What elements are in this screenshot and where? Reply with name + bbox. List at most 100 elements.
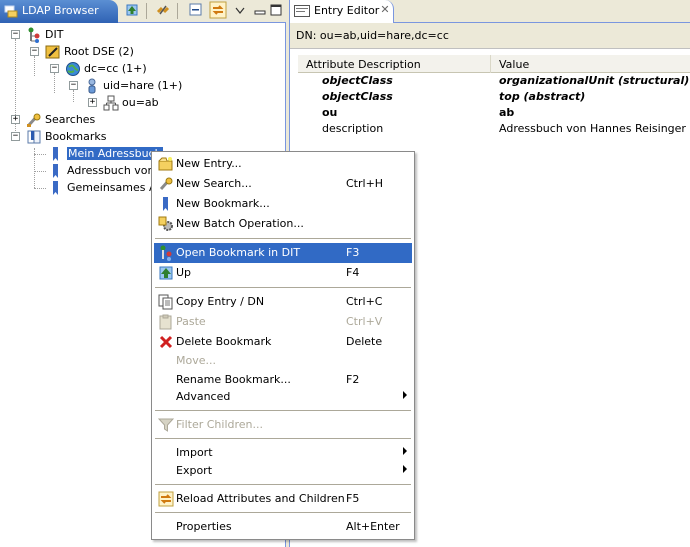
menu-separator (155, 287, 411, 288)
menu-item-import[interactable]: Import (154, 443, 412, 463)
expand-toggle[interactable]: + (88, 98, 97, 107)
menu-item-shortcut: Ctrl+V (346, 315, 383, 328)
column-header-attribute[interactable]: Attribute Description (298, 55, 491, 73)
menu-item-label: Move... (176, 354, 216, 367)
menu-item-label: Filter Children... (176, 418, 263, 431)
collapse-all-button[interactable] (186, 2, 206, 21)
ldap-browser-tab[interactable]: LDAP Browser (0, 0, 118, 23)
maximize-icon (270, 4, 282, 19)
tree-line (34, 56, 35, 76)
tree-item-searches[interactable]: Searches (26, 111, 95, 128)
tree-item-label: ou=ab (122, 96, 159, 109)
link-with-entry-button[interactable] (208, 1, 228, 22)
tree-item-label: DIT (45, 28, 64, 41)
up-arrow-icon (124, 2, 140, 21)
menu-item-new-bookmark[interactable]: New Bookmark... (154, 194, 412, 214)
table-header: Attribute Description Value (298, 55, 690, 73)
table-row[interactable]: ou ab (298, 105, 690, 121)
menu-item-delete-bookmark[interactable]: Delete Bookmark Delete (154, 332, 412, 352)
menu-item-paste[interactable]: Paste Ctrl+V (154, 312, 412, 332)
toolbar-separator (177, 3, 178, 19)
collapse-toggle[interactable]: − (11, 30, 20, 39)
menu-item-new-batch-operation[interactable]: New Batch Operation... (154, 214, 412, 234)
tree-item-dc-cc[interactable]: dc=cc (1+) (65, 60, 147, 77)
menu-item-export[interactable]: Export (154, 461, 412, 481)
menu-item-copy-entry-dn[interactable]: Copy Entry / DN Ctrl+C (154, 292, 412, 312)
menu-separator (155, 238, 411, 239)
link-with-editor-button[interactable] (153, 2, 173, 21)
collapse-toggle[interactable]: − (50, 64, 59, 73)
menu-item-label: Copy Entry / DN (176, 295, 265, 308)
menu-item-reload[interactable]: Reload Attributes and Children F5 (154, 489, 412, 509)
attribute-cell: description (322, 122, 384, 135)
show-dit-button[interactable] (122, 2, 142, 21)
menu-item-filter-children[interactable]: Filter Children... (154, 415, 412, 435)
menu-item-label: Delete Bookmark (176, 335, 272, 348)
menu-item-move[interactable]: Move... (154, 351, 412, 371)
menu-item-shortcut: F3 (346, 246, 360, 259)
menu-item-open-bookmark-in-dit[interactable]: Open Bookmark in DIT F3 (154, 243, 412, 263)
bookmark-item[interactable]: Adressbuch von H (48, 162, 166, 179)
view-menu-button[interactable] (230, 2, 250, 21)
column-header-value[interactable]: Value (491, 55, 690, 73)
bookmark-item[interactable]: Mein Adressbuch (48, 145, 164, 162)
filter-funnel-icon (157, 417, 175, 433)
close-icon[interactable]: ✕ (379, 4, 391, 16)
tree-item-dit[interactable]: DIT (26, 26, 63, 43)
search-icon (158, 176, 174, 192)
delete-x-icon (158, 334, 174, 350)
menu-item-properties[interactable]: Properties Alt+Enter (154, 517, 412, 537)
up-arrow-icon (158, 265, 174, 281)
entry-editor-tab[interactable]: Entry Editor ✕ (290, 0, 394, 23)
searches-icon (26, 112, 42, 128)
collapse-toggle[interactable]: − (11, 132, 20, 141)
table-row[interactable]: objectClass top (abstract) (298, 89, 690, 105)
menu-item-shortcut: Delete (346, 335, 383, 348)
menu-item-shortcut: F4 (346, 266, 360, 279)
sync-arrows-icon (209, 1, 227, 22)
bookmark-icon (48, 180, 64, 196)
maximize-button[interactable] (266, 2, 286, 21)
menu-item-up[interactable]: Up F4 (154, 263, 412, 283)
entry-editor-tabbar: Entry Editor ✕ (290, 0, 690, 23)
tree-item-label: dc=cc (1+) (84, 62, 147, 75)
value-cell: top (abstract) (499, 90, 586, 103)
tree-item-uid-hare[interactable]: uid=hare (1+) (84, 77, 182, 94)
menu-item-new-entry[interactable]: New Entry... (154, 154, 412, 174)
collapse-toggle[interactable]: − (69, 81, 78, 90)
menu-item-label: Up (176, 266, 192, 279)
table-row[interactable]: objectClass organizationalUnit (structur… (298, 73, 690, 89)
menu-item-advanced[interactable]: Advanced (154, 387, 412, 407)
tree-item-bookmarks[interactable]: Bookmarks (26, 128, 106, 145)
menu-item-label: Open Bookmark in DIT (176, 246, 301, 259)
toolbar-separator (146, 3, 147, 19)
dn-header: DN: ou=ab,uid=hare,dc=cc (290, 23, 690, 49)
entry-editor-tab-label: Entry Editor (314, 4, 380, 17)
context-menu: New Entry... New Search... Ctrl+H New Bo… (151, 151, 415, 540)
attribute-cell: ou (322, 106, 338, 119)
tree-line (73, 90, 74, 102)
menu-item-label: New Entry... (176, 157, 242, 170)
ldap-browser-icon (4, 4, 18, 18)
bookmark-icon (48, 163, 64, 179)
menu-item-label: Export (176, 464, 213, 477)
dit-tree-icon (158, 245, 174, 261)
expand-toggle[interactable]: + (11, 115, 20, 124)
menu-item-label: Paste (176, 315, 206, 328)
menu-item-new-search[interactable]: New Search... Ctrl+H (154, 174, 412, 194)
tree-item-ou-ab[interactable]: ou=ab (103, 94, 159, 111)
bookmark-item[interactable]: Gemeinsames Adr (48, 179, 168, 196)
org-unit-icon (103, 95, 119, 111)
tree-line (54, 73, 55, 93)
menu-item-label: Reload Attributes and Children (176, 492, 345, 505)
bookmark-icon (158, 196, 174, 212)
table-row[interactable]: description Adressbuch von Hannes Reisin… (298, 121, 690, 137)
attribute-table: Attribute Description Value objectClass … (298, 55, 690, 137)
value-cell: ab (499, 106, 515, 119)
paste-icon (158, 314, 174, 330)
tree-item-root-dse[interactable]: Root DSE (2) (45, 43, 134, 60)
collapse-toggle[interactable]: − (30, 47, 39, 56)
person-icon (84, 78, 100, 94)
menu-item-label: New Batch Operation... (176, 217, 304, 230)
menu-separator (155, 512, 411, 513)
